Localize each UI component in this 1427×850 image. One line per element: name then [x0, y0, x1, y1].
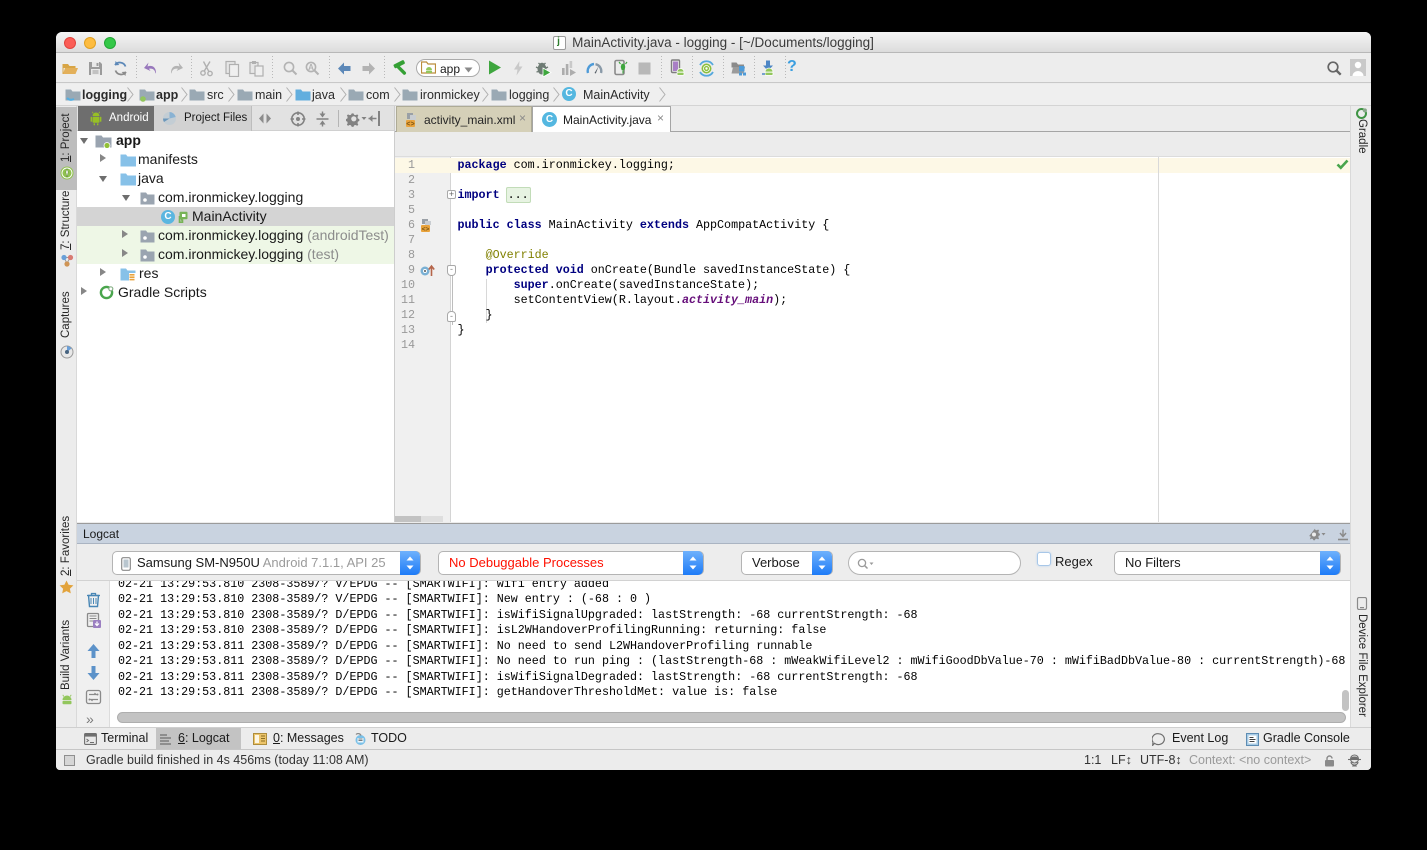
- svg-text:<>: <>: [422, 226, 430, 233]
- svg-text:<>: <>: [406, 121, 414, 128]
- svg-text:A: A: [308, 63, 314, 72]
